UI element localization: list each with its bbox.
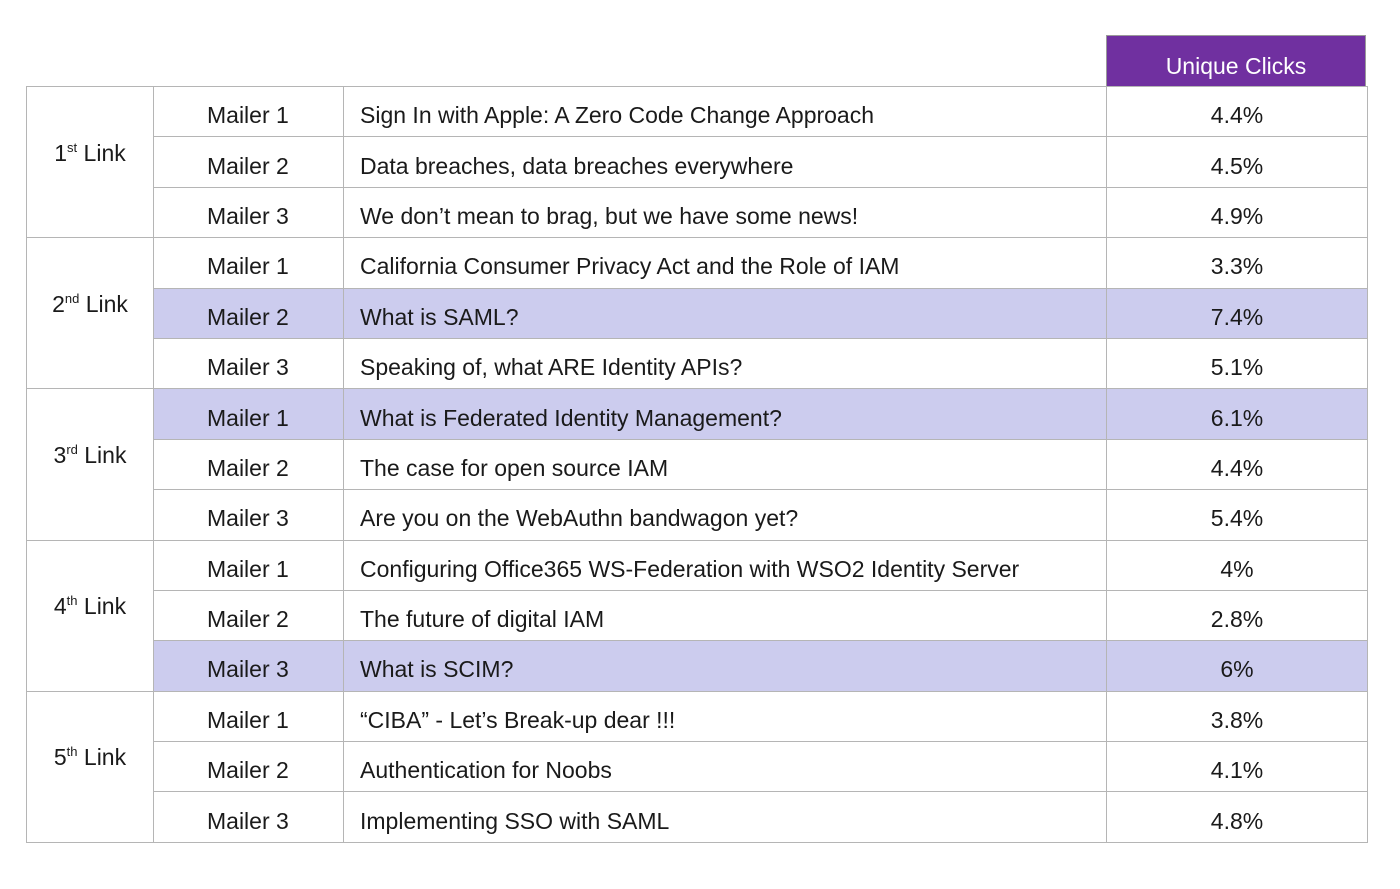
mailer-cell: Mailer 3 [153, 791, 344, 843]
unique-clicks-value: 4.4% [1106, 438, 1368, 491]
unique-clicks-value: 5.4% [1106, 489, 1368, 541]
article-title: Configuring Office365 WS-Federation with… [343, 539, 1107, 591]
article-title: “CIBA” - Let’s Break-up dear !!! [343, 690, 1107, 743]
article-title: Data breaches, data breaches everywhere [343, 136, 1107, 188]
link-label-2: 2nd Link [26, 237, 154, 390]
article-title: Speaking of, what ARE Identity APIs? [343, 337, 1107, 390]
article-title: Sign In with Apple: A Zero Code Change A… [343, 85, 1107, 138]
table-row: Mailer 2 The case for open source IAM 4.… [27, 438, 1368, 491]
article-title: The case for open source IAM [343, 438, 1107, 491]
unique-clicks-value: 6.1% [1106, 388, 1368, 440]
unique-clicks-header: Unique Clicks [1106, 35, 1366, 86]
article-title: What is SAML? [343, 287, 1107, 339]
table-row: Mailer 2 The future of digital IAM 2.8% [27, 589, 1368, 642]
mailer-cell: Mailer 2 [153, 741, 344, 793]
unique-clicks-value: 4% [1106, 539, 1368, 591]
table-row: Mailer 3 Implementing SSO with SAML 4.8% [27, 791, 1368, 843]
unique-clicks-value: 7.4% [1106, 287, 1368, 339]
mailer-cell: Mailer 2 [153, 438, 344, 491]
unique-clicks-value: 5.1% [1106, 337, 1368, 390]
table-row: Mailer 3 We don’t mean to brag, but we h… [27, 186, 1368, 239]
table-row: Mailer 2 Data breaches, data breaches ev… [27, 136, 1368, 188]
table-row-highlighted: Mailer 3 What is SCIM? 6% [27, 640, 1368, 692]
unique-clicks-value: 4.8% [1106, 791, 1368, 843]
link-label-4: 4th Link [26, 539, 154, 692]
mailer-cell: Mailer 2 [153, 589, 344, 642]
article-title: California Consumer Privacy Act and the … [343, 237, 1107, 289]
article-title: We don’t mean to brag, but we have some … [343, 186, 1107, 239]
unique-clicks-value: 4.1% [1106, 741, 1368, 793]
mailer-cell: Mailer 2 [153, 287, 344, 339]
table-row: 2nd Link Mailer 1 California Consumer Pr… [26, 237, 1368, 390]
mailer-cell: Mailer 2 [153, 136, 344, 188]
mailer-cell: Mailer 3 [153, 640, 344, 692]
article-title: The future of digital IAM [343, 589, 1107, 642]
unique-clicks-value: 4.5% [1106, 136, 1368, 188]
table-row: Mailer 3 Speaking of, what ARE Identity … [27, 337, 1368, 390]
article-title: Implementing SSO with SAML [343, 791, 1107, 843]
table-row: Mailer 3 Are you on the WebAuthn bandwag… [27, 489, 1368, 541]
unique-clicks-value: 3.8% [1106, 690, 1368, 743]
mailer-cell: Mailer 3 [153, 337, 344, 390]
table-row: 4th Link Mailer 1 Configuring Office365 … [26, 539, 1368, 692]
article-title: What is Federated Identity Management? [343, 388, 1107, 440]
article-title: Authentication for Noobs [343, 741, 1107, 793]
mailer-cell: Mailer 1 [153, 237, 344, 289]
link-clicks-table: 1st Link Mailer 1 Sign In with Apple: A … [26, 85, 1368, 843]
table-row: 1st Link Mailer 1 Sign In with Apple: A … [26, 85, 1368, 239]
table-row-highlighted: 3rd Link Mailer 1 What is Federated Iden… [26, 388, 1368, 541]
table-row-highlighted: Mailer 2 What is SAML? 7.4% [27, 287, 1368, 339]
unique-clicks-value: 4.9% [1106, 186, 1368, 239]
article-title: Are you on the WebAuthn bandwagon yet? [343, 489, 1107, 541]
mailer-cell: Mailer 1 [153, 85, 344, 138]
link-label-5: 5th Link [26, 690, 154, 843]
unique-clicks-value: 4.4% [1106, 85, 1368, 138]
unique-clicks-value: 6% [1106, 640, 1368, 692]
link-label-3: 3rd Link [26, 388, 154, 541]
mailer-cell: Mailer 3 [153, 186, 344, 239]
link-label-1: 1st Link [26, 85, 154, 239]
mailer-cell: Mailer 1 [153, 388, 344, 440]
unique-clicks-value: 2.8% [1106, 589, 1368, 642]
unique-clicks-value: 3.3% [1106, 237, 1368, 289]
mailer-cell: Mailer 1 [153, 690, 344, 743]
mailer-cell: Mailer 1 [153, 539, 344, 591]
mailer-cell: Mailer 3 [153, 489, 344, 541]
table-row: 5th Link Mailer 1 “CIBA” - Let’s Break-u… [26, 690, 1368, 843]
article-title: What is SCIM? [343, 640, 1107, 692]
table-row: Mailer 2 Authentication for Noobs 4.1% [27, 741, 1368, 793]
